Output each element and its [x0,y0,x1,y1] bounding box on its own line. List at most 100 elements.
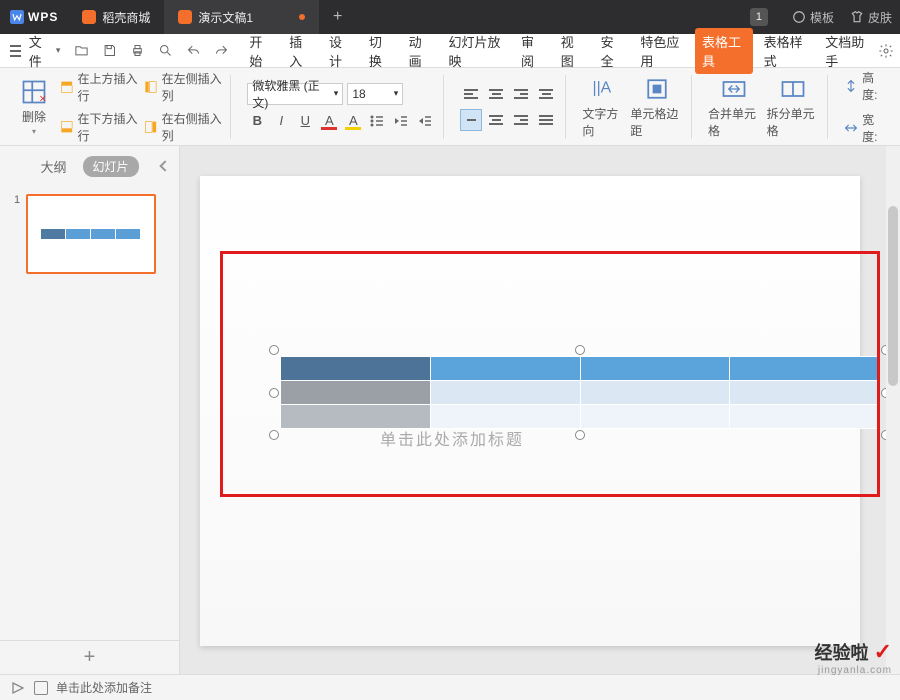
font-name-select[interactable]: 微软雅黑 (正文)▾ [247,83,343,105]
add-slide-button[interactable]: + [0,640,179,674]
underline-button[interactable]: U [295,111,315,131]
text-direction-button[interactable]: ||A 文字方向 [582,75,624,139]
menu-security[interactable]: 安全 [594,28,630,74]
align-justify-button[interactable] [535,109,557,131]
tab-label: 稻壳商城 [102,9,150,26]
font-name-value: 微软雅黑 (正文) [252,77,333,111]
insert-row-below[interactable]: 在下方插入行 [60,110,138,144]
align-top-left[interactable] [460,83,482,105]
insert-col-left[interactable]: 在左侧插入列 [144,70,222,104]
align-top-center[interactable] [485,83,507,105]
menu-table-style[interactable]: 表格样式 [757,28,815,74]
col-left-icon [144,79,157,95]
vertical-scrollbar[interactable] [886,146,900,674]
font-color-button[interactable]: A [319,111,339,131]
menu-slideshow[interactable]: 幻灯片放映 [441,28,510,74]
slide-panel: 大纲 幻灯片 1 + [0,146,180,674]
split-cells-button[interactable]: 拆分单元格 [767,75,820,139]
cell-margin-button[interactable]: 单元格边距 [630,75,683,139]
align-right-button[interactable] [510,109,532,131]
align-top-right[interactable] [510,83,532,105]
canvas: 单击此处添加标题 [180,146,900,674]
font-size-select[interactable]: 18▾ [347,83,403,105]
hamburger-icon[interactable] [6,41,25,61]
svg-text:×: × [39,91,46,105]
split-icon [779,75,807,103]
row-height-input[interactable]: 高度: [844,69,886,103]
col-width-input[interactable]: 宽度: [844,111,886,145]
handle-tm[interactable] [575,345,585,355]
align-center-button[interactable] [485,109,507,131]
skin-link[interactable]: 皮肤 [842,9,900,26]
redo-icon[interactable] [212,42,230,60]
dirty-dot [299,14,305,20]
italic-button[interactable]: I [271,111,291,131]
chevron-down-icon: ▾ [56,45,61,56]
menu-features[interactable]: 特色应用 [633,28,691,74]
highlight-button[interactable]: A [343,111,363,131]
align-left-button[interactable] [460,109,482,131]
template-link[interactable]: 模板 [784,9,842,26]
text-dir-icon: ||A [589,75,617,103]
merge-cells-button[interactable]: 合并单元格 [708,75,761,139]
label: 文字方向 [582,105,624,139]
print-icon[interactable] [128,42,146,60]
line-spacing[interactable] [535,83,557,105]
undo-icon[interactable] [184,42,202,60]
handle-ml[interactable] [269,388,279,398]
chevron-down-icon: ▾ [32,127,36,136]
merge-icon [720,75,748,103]
label: 合并单元格 [708,105,761,139]
save-icon[interactable] [100,42,118,60]
menu-animation[interactable]: 动画 [402,28,438,74]
chevron-down-icon: ▾ [334,88,339,99]
menu-start[interactable]: 开始 [242,28,278,74]
menu-view[interactable]: 视图 [554,28,590,74]
group-rows-cols: × 删除 ▾ 在上方插入行 在下方插入行 在左侧插入列 在右侧插入列 [6,75,231,139]
menu-design[interactable]: 设计 [322,28,358,74]
expand-panel-icon[interactable] [10,680,26,696]
scrollbar-thumb[interactable] [888,206,898,386]
app-name: WPS [28,10,58,24]
insert-row-above[interactable]: 在上方插入行 [60,70,138,104]
menu-insert[interactable]: 插入 [282,28,318,74]
docer-icon [82,10,96,24]
bullets-button[interactable] [367,111,387,131]
handle-tl[interactable] [269,345,279,355]
file-menu[interactable]: 文件 [29,32,52,70]
indent-inc-button[interactable] [415,111,435,131]
tab-docer[interactable]: 稻壳商城 [68,0,164,34]
table-object[interactable] [280,356,880,429]
quick-access [72,42,230,60]
notes-icon[interactable] [34,681,48,695]
menu-transition[interactable]: 切换 [362,28,398,74]
gear-icon[interactable] [878,42,894,60]
menu-table-tools[interactable]: 表格工具 [695,28,753,74]
bold-button[interactable]: B [247,111,267,131]
handle-bl[interactable] [269,430,279,440]
title-placeholder[interactable]: 单击此处添加标题 [380,426,524,450]
label: 在下方插入行 [77,110,138,144]
row-above-icon [60,79,73,95]
tab-slides[interactable]: 幻灯片 [83,156,139,177]
insert-col-right[interactable]: 在右侧插入列 [144,110,222,144]
group-font: 微软雅黑 (正文)▾ 18▾ B I U A A [239,75,444,139]
preview-icon[interactable] [156,42,174,60]
slide-number: 1 [14,194,20,274]
tab-outline[interactable]: 大纲 [40,157,66,176]
slide-thumb-1[interactable]: 1 [14,194,165,274]
menu-doc-helper[interactable]: 文档助手 [818,28,876,74]
delete-button[interactable]: × 删除 ▾ [14,78,54,136]
indent-dec-button[interactable] [391,111,411,131]
tab-label: 演示文稿1 [198,9,253,26]
new-tab-button[interactable]: + [319,8,356,26]
menu-review[interactable]: 审阅 [514,28,550,74]
slide-1[interactable]: 单击此处添加标题 [200,176,860,646]
main-area: 大纲 幻灯片 1 + [0,146,900,674]
indent-inc-icon [418,114,432,128]
notification-badge[interactable]: 1 [750,8,768,26]
notes-placeholder[interactable]: 单击此处添加备注 [56,679,152,696]
font-size-value: 18 [352,87,365,101]
open-icon[interactable] [72,42,90,60]
handle-bm[interactable] [575,430,585,440]
